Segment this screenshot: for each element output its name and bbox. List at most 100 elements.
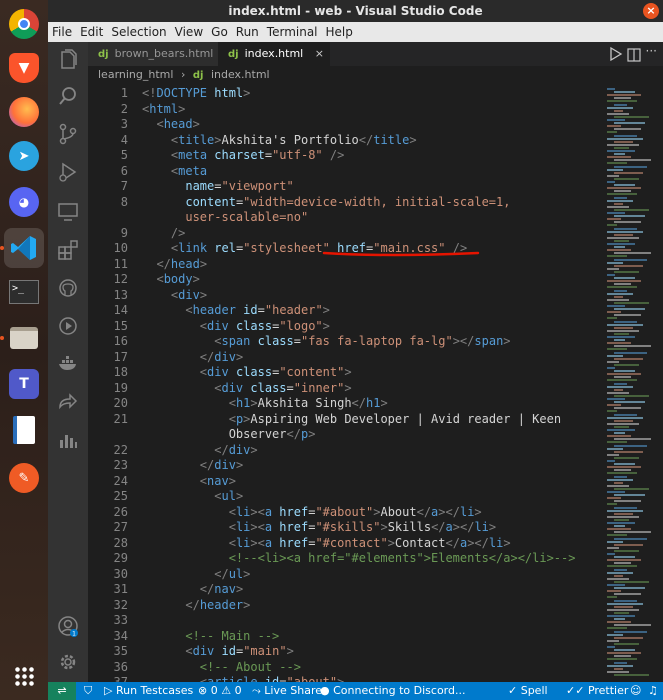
code-line[interactable]: 23 </div> bbox=[88, 458, 603, 474]
teams-launcher[interactable]: T bbox=[4, 364, 44, 404]
minimap[interactable] bbox=[603, 84, 663, 682]
code-line[interactable]: 4 <title>Akshita's Portfolio</title> bbox=[88, 133, 603, 149]
code-line[interactable]: 25 <ul> bbox=[88, 489, 603, 505]
code-line[interactable]: 34 <!-- Main --> bbox=[88, 629, 603, 645]
account-icon[interactable]: 1 bbox=[56, 614, 80, 638]
menu-selection[interactable]: Selection bbox=[107, 22, 170, 42]
brave-launcher[interactable]: ▼ bbox=[4, 48, 44, 88]
code-line[interactable]: 16 <span class="fas fa-laptop fa-lg"></s… bbox=[88, 334, 603, 350]
minimap-line bbox=[607, 627, 627, 630]
live-share-icon[interactable] bbox=[56, 390, 80, 414]
live-share-item[interactable]: ⤳ Live Share bbox=[252, 682, 322, 700]
docker-icon[interactable] bbox=[56, 352, 80, 376]
vscode-launcher[interactable] bbox=[4, 228, 44, 268]
line-number: 28 bbox=[113, 535, 128, 550]
code-line[interactable]: 35 <div id="main"> bbox=[88, 644, 603, 660]
code-line[interactable]: 28 <li><a href="#contact">Contact</a></l… bbox=[88, 536, 603, 552]
discord-status-item[interactable]: ● Connecting to Discord... bbox=[320, 682, 465, 700]
run-file-icon[interactable] bbox=[609, 46, 623, 66]
feedback-icon[interactable]: ☺ bbox=[630, 682, 641, 700]
firefox-launcher[interactable] bbox=[4, 92, 44, 132]
run-tests-icon[interactable] bbox=[56, 314, 80, 338]
problems-item[interactable]: ⊗ 0 ⚠ 0 bbox=[198, 682, 242, 700]
code-line[interactable]: user-scalable=no" bbox=[88, 210, 603, 226]
menu-edit[interactable]: Edit bbox=[76, 22, 107, 42]
code-editor[interactable]: 1 <!DOCTYPE html> 2 <html> 3 <head> 4 <title>… bbox=[88, 84, 603, 682]
code-line[interactable]: 22 </div> bbox=[88, 443, 603, 459]
split-editor-icon[interactable] bbox=[627, 47, 641, 66]
code-line[interactable]: 9 /> bbox=[88, 226, 603, 242]
menu-terminal[interactable]: Terminal bbox=[263, 22, 322, 42]
shield-icon[interactable]: ⛉ bbox=[84, 682, 92, 700]
code-line[interactable]: 8 content="width=device-width, initial-s… bbox=[88, 195, 603, 211]
menu-run[interactable]: Run bbox=[232, 22, 263, 42]
code-line[interactable]: 31 </nav> bbox=[88, 582, 603, 598]
code-line[interactable]: 24 <nav> bbox=[88, 474, 603, 490]
minimap-line bbox=[614, 618, 625, 621]
chrome-launcher[interactable] bbox=[4, 4, 44, 44]
tab-brown-bears[interactable]: dj brown_bears.html bbox=[88, 42, 218, 66]
code-token: Skills bbox=[387, 520, 432, 534]
code-line[interactable]: 6 <meta bbox=[88, 164, 603, 180]
menu-file[interactable]: File bbox=[48, 22, 76, 42]
writer-launcher[interactable] bbox=[4, 410, 44, 450]
code-line[interactable]: 27 <li><a href="#skills">Skills</a></li> bbox=[88, 520, 603, 536]
remote-indicator[interactable]: ⇌ bbox=[48, 682, 76, 700]
code-line[interactable]: 2 <html> bbox=[88, 102, 603, 118]
code-line[interactable]: 12 <body> bbox=[88, 272, 603, 288]
code-line[interactable]: 20 <h1>Akshita Singh</h1> bbox=[88, 396, 603, 412]
code-line[interactable]: 17 </div> bbox=[88, 350, 603, 366]
code-line[interactable]: 15 <div class="logo"> bbox=[88, 319, 603, 335]
code-line[interactable]: 30 </ul> bbox=[88, 567, 603, 583]
code-line[interactable]: 1 <!DOCTYPE html> bbox=[88, 86, 603, 102]
code-line[interactable]: 14 <header id="header"> bbox=[88, 303, 603, 319]
settings-gear-icon[interactable] bbox=[56, 650, 80, 674]
code-line[interactable]: 10 <link rel="stylesheet" href="main.css… bbox=[88, 241, 603, 257]
menu-go[interactable]: Go bbox=[207, 22, 232, 42]
code-line[interactable]: 36 <!-- About --> bbox=[88, 660, 603, 676]
code-line[interactable]: 13 <div> bbox=[88, 288, 603, 304]
telegram-launcher[interactable]: ➤ bbox=[4, 136, 44, 176]
code-line[interactable]: 18 <div class="content"> bbox=[88, 365, 603, 381]
source-control-icon[interactable] bbox=[56, 122, 80, 146]
code-line[interactable]: 33 bbox=[88, 613, 603, 629]
code-line[interactable]: 37 <article id="about"> bbox=[88, 675, 603, 682]
breadcrumb-folder[interactable]: learning_html bbox=[98, 68, 173, 81]
code-line[interactable]: 7 name="viewport" bbox=[88, 179, 603, 195]
code-line[interactable]: 11 </head> bbox=[88, 257, 603, 273]
minimap-line bbox=[607, 484, 629, 487]
spell-item[interactable]: ✓ Spell bbox=[508, 682, 548, 700]
postman-launcher[interactable]: ✎ bbox=[4, 458, 44, 498]
extensions-icon[interactable] bbox=[56, 238, 80, 262]
explorer-icon[interactable] bbox=[56, 48, 80, 72]
run-debug-icon[interactable] bbox=[56, 160, 80, 184]
code-line[interactable]: 26 <li><a href="#about">About</a></li> bbox=[88, 505, 603, 521]
prettier-item[interactable]: ✓✓ Prettier bbox=[566, 682, 628, 700]
remote-explorer-icon[interactable] bbox=[56, 200, 80, 224]
tab-index[interactable]: dj index.html × bbox=[218, 42, 330, 66]
chart-icon[interactable] bbox=[56, 428, 80, 452]
minimap-line bbox=[614, 339, 625, 342]
more-actions-icon[interactable]: ··· bbox=[646, 44, 657, 58]
code-line[interactable]: 19 <div class="inner"> bbox=[88, 381, 603, 397]
code-line[interactable]: Observer</p> bbox=[88, 427, 603, 443]
run-testcases-item[interactable]: ▷ Run Testcases bbox=[104, 682, 193, 700]
tab-close-icon[interactable]: × bbox=[315, 47, 324, 60]
discord-launcher[interactable]: ◕ bbox=[4, 182, 44, 222]
close-window-button[interactable]: × bbox=[643, 3, 659, 19]
code-line[interactable]: 32 </header> bbox=[88, 598, 603, 614]
code-line[interactable]: 21 <p>Aspiring Web Developer | Avid read… bbox=[88, 412, 603, 428]
notifications-bell-icon[interactable]: ♫ bbox=[648, 682, 658, 700]
code-line[interactable]: 29 <!--<li><a href="#elements">Elements<… bbox=[88, 551, 603, 567]
github-icon[interactable] bbox=[56, 276, 80, 300]
breadcrumb-file[interactable]: index.html bbox=[211, 68, 270, 81]
search-icon[interactable] bbox=[56, 84, 80, 108]
show-apps-button[interactable] bbox=[4, 656, 44, 696]
code-line[interactable]: 3 <head> bbox=[88, 117, 603, 133]
menu-view[interactable]: View bbox=[171, 22, 207, 42]
terminal-launcher[interactable]: >_ bbox=[4, 272, 44, 312]
code-line[interactable]: 5 <meta charset="utf-8" /> bbox=[88, 148, 603, 164]
files-launcher[interactable] bbox=[4, 318, 44, 358]
menu-help[interactable]: Help bbox=[322, 22, 357, 42]
